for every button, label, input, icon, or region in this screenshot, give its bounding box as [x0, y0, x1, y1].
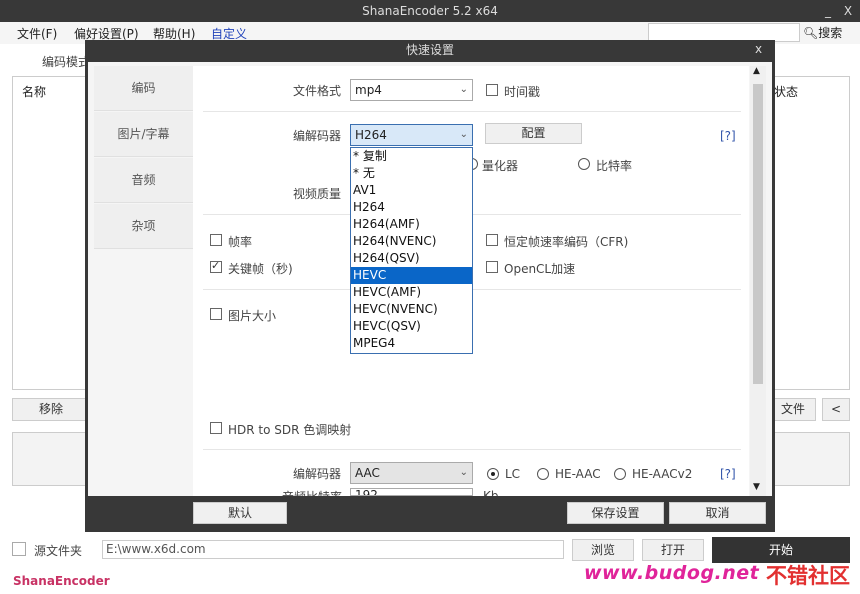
cfr-label: 恒定帧速率编码（CFR): [504, 235, 629, 249]
codec-option[interactable]: H264: [351, 199, 472, 216]
chevron-down-icon: ⌄: [459, 84, 468, 95]
scroll-up-icon[interactable]: ▲: [753, 66, 760, 76]
audio-bitrate-unit: Kb: [483, 490, 499, 496]
codec-help-link[interactable]: [?]: [720, 129, 736, 143]
browse-button[interactable]: 浏览: [572, 539, 634, 561]
nav-misc[interactable]: 杂项: [94, 204, 193, 249]
lc-radio[interactable]: [487, 468, 499, 480]
config-button[interactable]: 配置: [485, 123, 582, 144]
audio-codec-select[interactable]: AAC ⌄: [350, 462, 473, 484]
chevron-down-icon: ⌄: [459, 129, 468, 140]
scroll-down-icon[interactable]: ▼: [753, 482, 760, 492]
search-icon: 🔍︎: [803, 26, 819, 40]
collapse-button[interactable]: <: [822, 398, 850, 421]
picture-size-checkbox[interactable]: [210, 308, 222, 320]
audio-bitrate-input[interactable]: 192: [350, 488, 473, 496]
timestamp-checkbox[interactable]: [486, 84, 498, 96]
bitrate-radio[interactable]: [578, 158, 590, 170]
brand-label: ShanaEncoder: [13, 574, 110, 588]
codec-option[interactable]: HEVC(AMF): [351, 284, 472, 301]
he-aac-radio[interactable]: [537, 468, 549, 480]
audio-bitrate-label: 音频比特率: [282, 490, 342, 496]
codec-option[interactable]: MPEG4: [351, 335, 472, 352]
format-label: 文件格式: [293, 84, 342, 98]
codec-select[interactable]: H264 ⌄: [350, 124, 473, 146]
save-settings-button[interactable]: 保存设置: [567, 502, 664, 524]
nav-audio[interactable]: 音频: [94, 158, 193, 203]
search-button[interactable]: 🔍︎搜索: [803, 24, 842, 41]
audio-help-link[interactable]: [?]: [720, 467, 736, 481]
codec-option[interactable]: AV1: [351, 182, 472, 199]
lc-label: LC: [505, 467, 521, 481]
watermark-logo-text: 不错社区: [766, 564, 850, 588]
divider: [203, 111, 741, 112]
scroll-thumb[interactable]: [753, 84, 763, 384]
hdr-label: HDR to SDR 色调映射: [228, 423, 352, 437]
opencl-checkbox[interactable]: [486, 261, 498, 273]
timestamp-label: 时间戳: [504, 85, 541, 99]
codec-label: 编解码器: [293, 129, 342, 143]
default-button[interactable]: 默认: [193, 502, 287, 524]
close-button[interactable]: X: [838, 0, 858, 22]
minimize-button[interactable]: _: [818, 0, 838, 22]
dialog-close-button[interactable]: x: [755, 42, 762, 56]
dialog-title: 快速设置: [405, 43, 454, 57]
source-folder-label: 源文件夹: [34, 544, 83, 558]
remove-button[interactable]: 移除: [12, 398, 90, 421]
framerate-label: 帧率: [228, 235, 253, 249]
cancel-button[interactable]: 取消: [669, 502, 766, 524]
quality-label: 视频质量: [293, 187, 342, 201]
picture-size-label: 图片大小: [228, 309, 277, 323]
codec-option[interactable]: HEVC(QSV): [351, 318, 472, 335]
codec-option[interactable]: HEVC(NVENC): [351, 301, 472, 318]
bitrate-label: 比特率: [596, 159, 633, 173]
he-aac-label: HE-AAC: [555, 467, 601, 481]
hdr-checkbox[interactable]: [210, 422, 222, 434]
codec-option[interactable]: H264(QSV): [351, 250, 472, 267]
nav-encode[interactable]: 编码: [94, 66, 193, 111]
audio-codec-label: 编解码器: [293, 467, 342, 481]
column-status: 状态: [774, 85, 799, 99]
he-aacv2-radio[interactable]: [614, 468, 626, 480]
column-name: 名称: [22, 85, 47, 99]
app-title: ShanaEncoder 5.2 x64: [362, 4, 498, 18]
codec-option[interactable]: * 无: [351, 165, 472, 182]
cfr-checkbox[interactable]: [486, 234, 498, 246]
nav-picture-subtitle[interactable]: 图片/字幕: [94, 112, 193, 157]
source-path-input[interactable]: E:\www.x6d.com: [102, 540, 564, 559]
format-select[interactable]: mp4 ⌄: [350, 79, 473, 101]
codec-option-selected[interactable]: HEVC: [351, 267, 472, 284]
quantizer-label: 量化器: [482, 159, 519, 173]
app-title-bar: ShanaEncoder 5.2 x64 _ X: [0, 0, 860, 22]
codec-option[interactable]: H264(NVENC): [351, 233, 472, 250]
opencl-label: OpenCL加速: [504, 262, 576, 276]
open-button[interactable]: 打开: [642, 539, 704, 561]
encode-mode-tab[interactable]: 编码模式: [42, 53, 90, 70]
keyframe-checkbox[interactable]: [210, 259, 222, 273]
codec-option[interactable]: * 复制: [351, 148, 472, 165]
source-folder-checkbox[interactable]: [12, 542, 26, 556]
watermark-text: www.budog.net: [584, 562, 760, 584]
framerate-checkbox[interactable]: [210, 234, 222, 246]
divider: [203, 449, 741, 450]
codec-option[interactable]: H264(AMF): [351, 216, 472, 233]
chevron-down-icon: ⌄: [459, 467, 468, 478]
he-aacv2-label: HE-AACv2: [632, 467, 693, 481]
menu-file[interactable]: 文件(F): [17, 25, 57, 42]
keyframe-label: 关键帧（秒): [228, 262, 293, 276]
add-file-button[interactable]: 文件: [770, 398, 816, 421]
